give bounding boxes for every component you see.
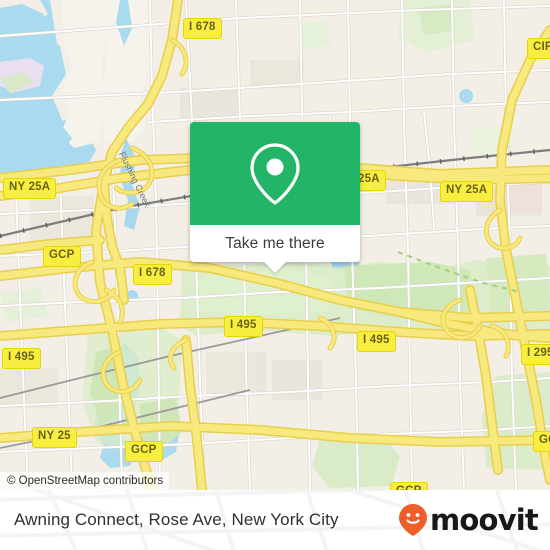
- road-shield: GCP: [533, 431, 550, 452]
- map-attribution: © OpenStreetMap contributors: [0, 472, 170, 490]
- road-shield: I 495: [224, 316, 263, 337]
- footer-bar: Awning Connect, Rose Ave, New York City …: [0, 490, 550, 550]
- road-shield: NY 25A: [3, 178, 57, 199]
- road-shield: I 495: [357, 331, 396, 352]
- moovit-wordmark: moovit: [430, 502, 539, 537]
- road-shield: GCP: [43, 246, 81, 267]
- road-shield: I 295: [521, 344, 550, 365]
- road-shield: I 495: [2, 348, 41, 369]
- take-me-there-button[interactable]: Take me there: [190, 225, 360, 262]
- moovit-pin-smile-icon: [399, 504, 428, 536]
- place-title: Awning Connect, Rose Ave, New York City: [14, 510, 339, 529]
- moovit-map-screenshot: Flushing Creek I 678 CIP NY 25A 25A NY 25A GC…: [0, 0, 550, 550]
- road-shield: GCP: [125, 441, 163, 462]
- popup-pointer: [263, 261, 287, 273]
- road-shield: CIP: [527, 38, 550, 59]
- popup-image-area: [190, 122, 360, 225]
- map-pin-icon: [250, 142, 300, 205]
- road-shield: I 678: [133, 264, 172, 285]
- destination-popup-card[interactable]: Take me there: [190, 122, 360, 273]
- road-shield: NY 25: [32, 427, 77, 448]
- moovit-logo[interactable]: moovit: [398, 502, 539, 537]
- road-shield: I 678: [183, 18, 222, 39]
- road-shield: GCP: [390, 482, 428, 490]
- road-shield: NY 25A: [440, 181, 494, 202]
